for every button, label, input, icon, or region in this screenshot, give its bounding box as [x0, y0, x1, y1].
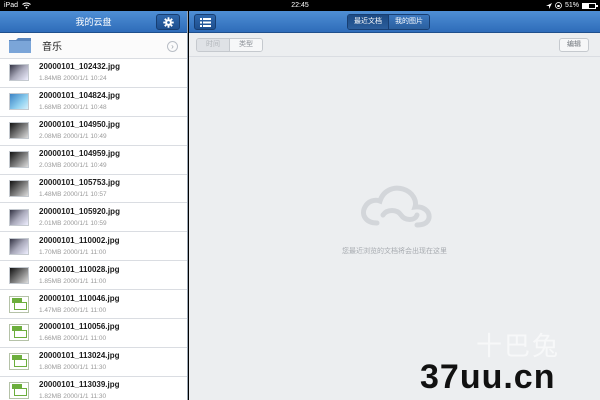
sidebar-title: 我的云盘 [75, 17, 112, 27]
chevron-right-icon[interactable]: › [167, 41, 178, 52]
file-item[interactable]: 20000101_104950.jpg 2.08MB 2000/1/1 10:49 [0, 117, 187, 146]
file-thumbnail [9, 266, 29, 284]
file-name: 20000101_113039.jpg [39, 380, 120, 390]
file-item[interactable]: 20000101_105753.jpg 1.48MB 2000/1/1 10:57 [0, 175, 187, 204]
file-meta: 1.47MB 2000/1/1 11:00 [39, 306, 107, 314]
file-meta: 1.70MB 2000/1/1 11:00 [39, 248, 107, 256]
arrow-icon [545, 2, 552, 9]
clock: 22:45 [291, 2, 309, 9]
file-info: 20000101_105920.jpg 2.01MB 2000/1/1 10:59 [39, 207, 120, 228]
file-item[interactable]: 20000101_113024.jpg 1.80MB 2000/1/1 11:30 [0, 348, 187, 377]
file-meta: 2.01MB 2000/1/1 10:59 [39, 219, 107, 227]
file-thumbnail [9, 382, 29, 400]
file-meta: 1.84MB 2000/1/1 10:24 [39, 75, 107, 83]
file-thumbnail [9, 295, 29, 313]
file-item[interactable]: 20000101_113039.jpg 1.82MB 2000/1/1 11:30 [0, 377, 187, 400]
status-right: 51% [545, 0, 598, 11]
file-info: 20000101_102432.jpg 1.84MB 2000/1/1 10:24 [39, 62, 120, 83]
file-meta: 2.03MB 2000/1/1 10:49 [39, 162, 107, 170]
file-thumbnail [9, 180, 29, 197]
file-name: 20000101_105753.jpg [39, 178, 120, 187]
file-item[interactable]: 20000101_110028.jpg 1.85MB 2000/1/1 11:00 [0, 261, 187, 291]
file-info: 20000101_110028.jpg 1.85MB 2000/1/1 11:00 [39, 265, 120, 286]
file-meta: 1.48MB 2000/1/1 10:57 [39, 191, 107, 198]
settings-button[interactable] [156, 14, 180, 30]
file-name: 20000101_104824.jpg [39, 91, 120, 101]
battery-icon [582, 2, 598, 9]
lock-rotation-icon [555, 2, 562, 9]
file-thumbnail [9, 151, 29, 169]
file-meta: 1.85MB 2000/1/1 11:00 [39, 277, 107, 285]
file-name: 20000101_110056.jpg [39, 322, 120, 332]
file-name: 20000101_105920.jpg [39, 206, 120, 216]
status-bar: iPad 22:45 51% [0, 0, 600, 11]
sidebar-header: 我的云盘 [0, 11, 187, 33]
file-name: 20000101_110028.jpg [39, 264, 120, 274]
battery-percent: 51% [564, 2, 579, 9]
file-name: 20000101_110046.jpg [39, 293, 120, 303]
file-name: 20000101_102432.jpg [39, 62, 120, 72]
main-toolbar: 最近文档 我的图片 [189, 11, 600, 33]
file-list: 20000101_102432.jpg 1.84MB 2000/1/1 10:24… [0, 59, 187, 400]
file-info: 20000101_110002.jpg 1.70MB 2000/1/1 11:00 [39, 236, 120, 257]
file-item[interactable]: 20000101_110056.jpg 1.66MB 2000/1/1 11:00 [0, 319, 187, 348]
empty-state-text: 您最近浏览的文档将会出现在这里 [342, 248, 447, 255]
file-info: 20000101_104824.jpg 1.68MB 2000/1/1 10:48 [39, 91, 120, 112]
file-meta: 1.66MB 2000/1/1 11:00 [39, 335, 107, 343]
file-thumbnail [9, 208, 29, 226]
file-thumbnail [9, 353, 29, 371]
file-thumbnail [9, 237, 29, 255]
file-info: 20000101_110046.jpg 1.47MB 2000/1/1 11:00 [39, 294, 120, 315]
file-item[interactable]: 20000101_105920.jpg 2.01MB 2000/1/1 10:59 [0, 203, 187, 233]
tab-group: 最近文档 我的图片 [347, 14, 430, 30]
filter-bar: 时间 类型 编辑 [189, 33, 600, 57]
file-item[interactable]: 20000101_104959.jpg 2.03MB 2000/1/1 10:49 [0, 146, 187, 175]
sidebar: 我的云盘 音乐 › 20000101_102432.jpg 1.84MB 200… [0, 11, 188, 400]
file-info: 20000101_113024.jpg 1.80MB 2000/1/1 11:30 [39, 351, 120, 372]
file-item[interactable]: 20000101_102432.jpg 1.84MB 2000/1/1 10:24 [0, 59, 187, 88]
tab-my-pictures[interactable]: 我的图片 [388, 15, 429, 29]
file-info: 20000101_110056.jpg 1.66MB 2000/1/1 11:00 [39, 322, 120, 343]
file-name: 20000101_104959.jpg [39, 149, 120, 159]
file-meta: 1.68MB 2000/1/1 10:48 [39, 104, 107, 112]
filter-time[interactable]: 时间 [197, 39, 229, 51]
watermark-url: 37uu.cn [420, 358, 556, 396]
file-item[interactable]: 20000101_110002.jpg 1.70MB 2000/1/1 11:00 [0, 232, 187, 262]
file-meta: 2.08MB 2000/1/1 10:49 [39, 133, 107, 141]
file-thumbnail [9, 64, 29, 82]
file-thumbnail [9, 93, 29, 111]
file-info: 20000101_104959.jpg 2.03MB 2000/1/1 10:49 [39, 149, 120, 170]
file-meta: 1.80MB 2000/1/1 11:30 [39, 364, 107, 372]
tab-recent-docs[interactable]: 最近文档 [348, 15, 388, 29]
filter-type[interactable]: 类型 [229, 39, 262, 51]
file-info: 20000101_113039.jpg 1.82MB 2000/1/1 11:30 [39, 380, 120, 400]
file-item[interactable]: 20000101_104824.jpg 1.68MB 2000/1/1 10:48 [0, 88, 187, 117]
empty-state: 您最近浏览的文档将会出现在这里 [189, 181, 600, 256]
file-thumbnail [9, 324, 29, 342]
file-info: 20000101_104950.jpg 2.08MB 2000/1/1 10:49 [39, 120, 120, 141]
file-item[interactable]: 20000101_110046.jpg 1.47MB 2000/1/1 11:00 [0, 290, 187, 320]
folder-label: 音乐 [42, 42, 62, 53]
folder-item-music[interactable]: 音乐 › [0, 33, 187, 59]
file-info: 20000101_105753.jpg 1.48MB 2000/1/1 10:57 [39, 178, 120, 199]
list-icon [199, 17, 211, 27]
gear-icon [162, 16, 174, 28]
battery-fill [583, 3, 590, 8]
cloud-icon [360, 185, 432, 228]
folder-icon [9, 38, 31, 53]
edit-button[interactable]: 编辑 [559, 38, 589, 52]
filter-group: 时间 类型 [196, 38, 263, 52]
file-name: 20000101_110002.jpg [39, 235, 120, 245]
file-meta: 1.82MB 2000/1/1 11:30 [39, 393, 107, 400]
menu-button[interactable] [194, 14, 216, 30]
file-name: 20000101_104950.jpg [39, 120, 120, 130]
file-name: 20000101_113024.jpg [39, 351, 120, 361]
file-thumbnail [9, 122, 29, 140]
